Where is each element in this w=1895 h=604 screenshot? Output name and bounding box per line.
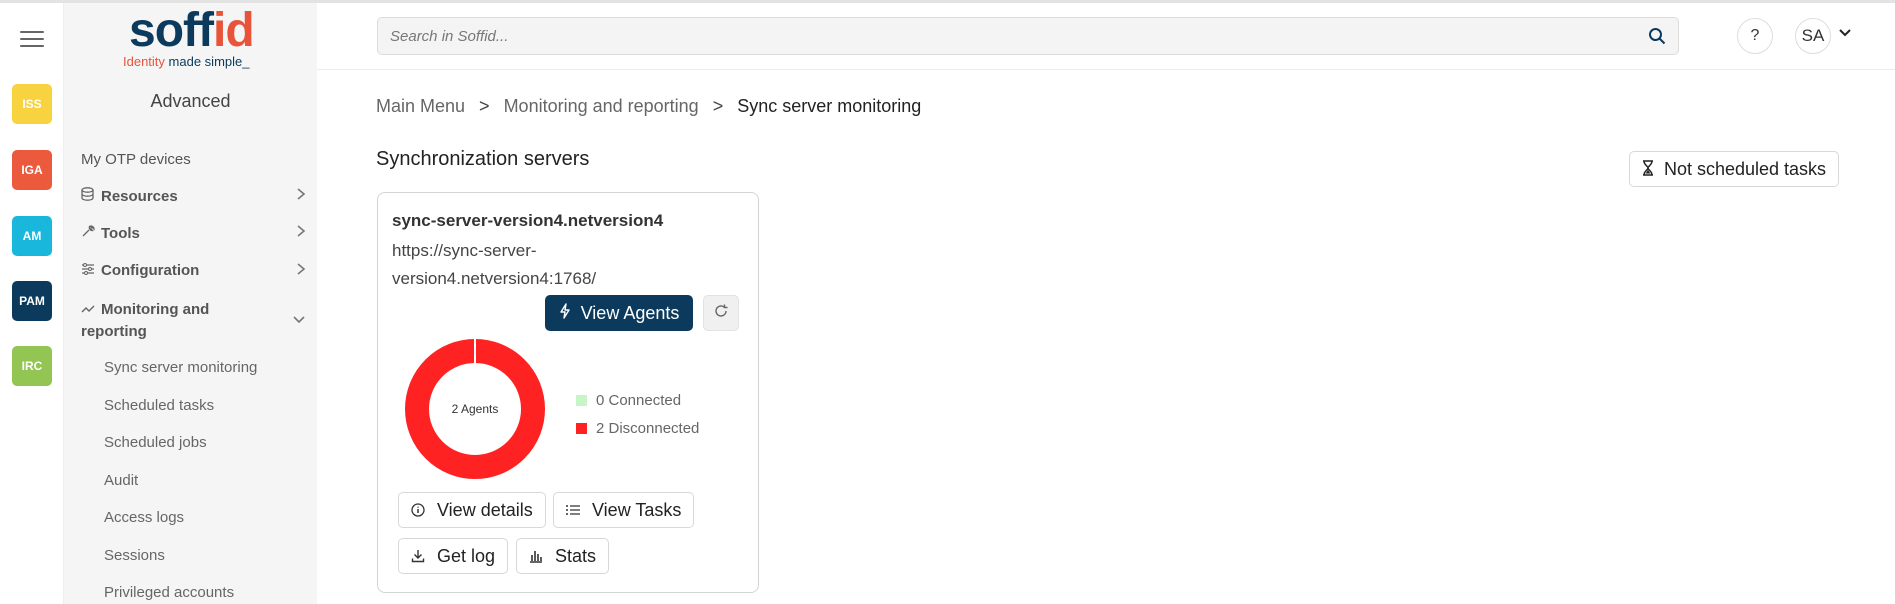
- menu-item-resources[interactable]: Resources: [81, 187, 306, 205]
- page-title: Synchronization servers: [376, 148, 590, 170]
- breadcrumb: Main Menu > Monitoring and reporting > Sync …: [376, 96, 921, 117]
- submenu-scheduled-tasks[interactable]: Scheduled tasks: [104, 397, 214, 414]
- menu-item-my-otp-devices[interactable]: My OTP devices: [81, 151, 306, 168]
- info-icon: [411, 503, 425, 517]
- legend-item-connected: 0 Connected: [576, 386, 699, 414]
- side-menu: soffid Identity made simple_ Advanced My…: [64, 3, 317, 604]
- top-header: ? SA: [317, 3, 1895, 70]
- submenu-scheduled-jobs[interactable]: Scheduled jobs: [104, 434, 207, 451]
- legend-swatch-connected: [576, 394, 587, 406]
- menu-item-monitoring-and-reporting[interactable]: Monitoring and reporting: [81, 299, 271, 343]
- database-icon: [81, 187, 95, 204]
- bar-chart-icon: [529, 549, 543, 563]
- breadcrumb-main-menu[interactable]: Main Menu: [376, 96, 465, 116]
- search-box: [377, 17, 1679, 55]
- breadcrumb-current: Sync server monitoring: [737, 96, 922, 116]
- download-icon: [411, 549, 425, 563]
- server-url: https://sync-server-version4.netversion4…: [392, 241, 597, 288]
- hourglass-icon: [1642, 159, 1654, 179]
- chevron-down-icon[interactable]: [1837, 25, 1853, 41]
- app-pam-button[interactable]: PAM: [12, 281, 52, 321]
- chart-legend: 0 Connected 2 Disconnected: [576, 386, 699, 442]
- wrench-icon: [81, 224, 95, 241]
- refresh-button[interactable]: [703, 295, 739, 331]
- submenu-privileged-accounts[interactable]: Privileged accounts: [104, 584, 234, 601]
- user-avatar[interactable]: SA: [1795, 18, 1831, 54]
- hamburger-menu-icon[interactable]: [20, 31, 44, 49]
- help-button[interactable]: ?: [1737, 18, 1773, 54]
- not-scheduled-tasks-button[interactable]: Not scheduled tasks: [1629, 151, 1839, 187]
- submenu-sessions[interactable]: Sessions: [104, 547, 165, 564]
- app-am-button[interactable]: AM: [12, 216, 52, 256]
- lightning-icon: [559, 303, 571, 323]
- chevron-right-icon: [296, 224, 306, 242]
- list-icon: [566, 504, 580, 516]
- submenu-sync-server-monitoring[interactable]: Sync server monitoring: [104, 359, 257, 376]
- app-irc-button[interactable]: IRC: [12, 346, 52, 386]
- app-rail: ISS IGA AM PAM IRC: [0, 3, 64, 604]
- view-tasks-button[interactable]: View Tasks: [553, 492, 695, 528]
- menu-item-tools[interactable]: Tools: [81, 224, 306, 242]
- soffid-logo[interactable]: soffid Identity made simple_: [120, 7, 270, 73]
- search-input[interactable]: [378, 18, 1618, 54]
- view-details-button[interactable]: View details: [398, 492, 546, 528]
- breadcrumb-separator: >: [712, 96, 724, 116]
- chevron-right-icon: [296, 187, 306, 205]
- submenu-audit[interactable]: Audit: [104, 472, 138, 489]
- submenu-access-logs[interactable]: Access logs: [104, 509, 184, 526]
- chevron-down-icon[interactable]: [292, 312, 306, 330]
- menu-title: Advanced: [150, 91, 231, 111]
- get-log-button[interactable]: Get log: [398, 538, 509, 574]
- server-name: sync-server-version4.netversion4: [392, 211, 664, 230]
- donut-center-label: 2 Agents: [452, 402, 499, 416]
- sliders-icon: [81, 263, 95, 278]
- stats-button[interactable]: Stats: [516, 538, 610, 574]
- agents-donut-chart: 2 Agents: [405, 339, 545, 479]
- refresh-icon: [713, 303, 729, 324]
- search-icon[interactable]: [1648, 27, 1666, 45]
- legend-item-disconnected: 2 Disconnected: [576, 414, 699, 442]
- app-iss-button[interactable]: ISS: [12, 84, 52, 124]
- menu-item-configuration[interactable]: Configuration: [81, 262, 306, 279]
- app-iga-button[interactable]: IGA: [12, 150, 52, 190]
- chart-line-icon: [81, 299, 95, 321]
- breadcrumb-separator: >: [479, 96, 490, 116]
- breadcrumb-monitoring-and-reporting[interactable]: Monitoring and reporting: [504, 96, 699, 116]
- sync-server-card: sync-server-version4.netversion4 https:/…: [377, 192, 759, 593]
- legend-swatch-disconnected: [576, 422, 587, 434]
- chevron-right-icon: [296, 262, 306, 280]
- view-agents-button[interactable]: View Agents: [545, 295, 693, 331]
